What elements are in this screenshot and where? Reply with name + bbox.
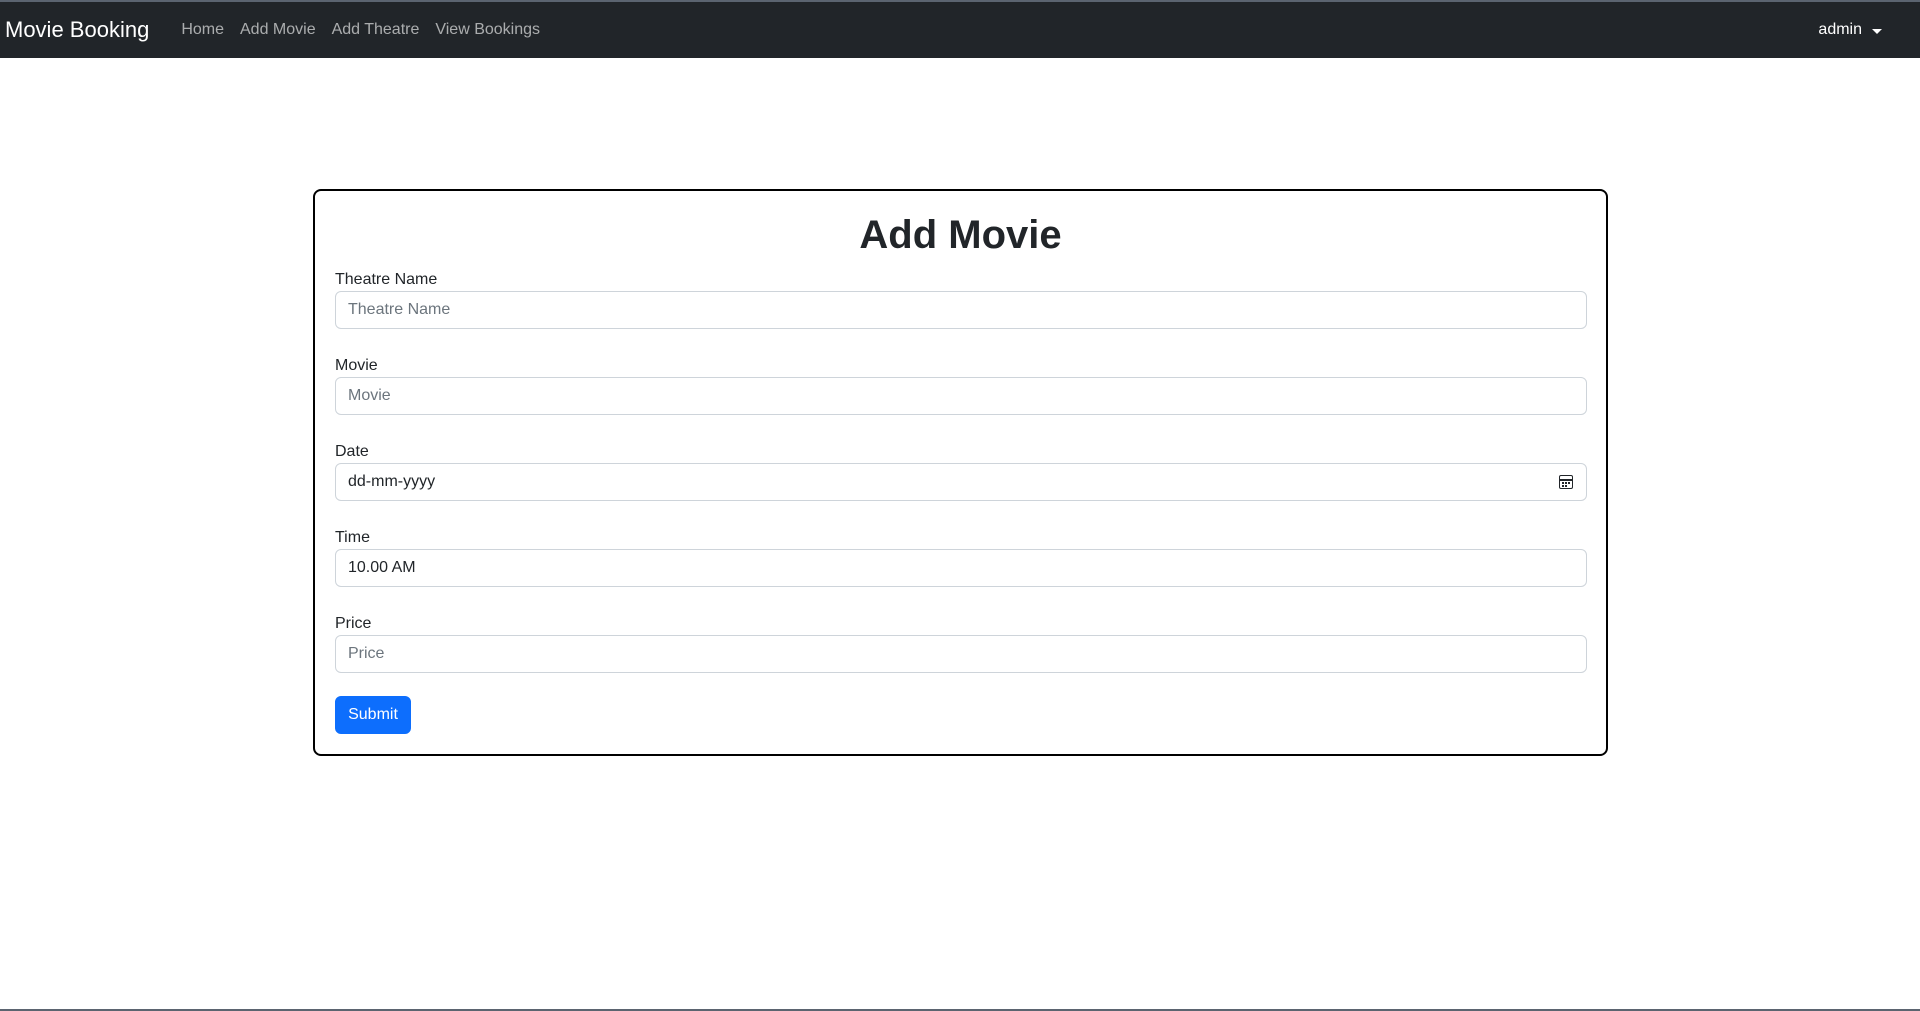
time-input[interactable] — [335, 549, 1587, 587]
price-group: Price — [335, 613, 1587, 673]
brand-link[interactable]: Movie Booking — [5, 17, 149, 43]
theatre-name-input[interactable] — [335, 291, 1587, 329]
price-label: Price — [335, 615, 372, 632]
nav-link-add-theatre[interactable]: Add Theatre — [324, 21, 428, 39]
chevron-down-icon — [1872, 28, 1882, 34]
nav-links: Home Add Movie Add Theatre View Bookings — [173, 21, 548, 39]
date-label: Date — [335, 443, 369, 460]
top-navbar: Movie Booking Home Add Movie Add Theatre… — [0, 2, 1920, 58]
movie-input[interactable] — [335, 377, 1587, 415]
add-movie-card: Add Movie Theatre Name Movie Date dd-mm-… — [313, 189, 1608, 756]
submit-button[interactable]: Submit — [335, 696, 411, 734]
time-label: Time — [335, 529, 370, 546]
nav-link-home[interactable]: Home — [173, 21, 232, 39]
date-input-value: dd-mm-yyyy — [348, 473, 436, 490]
price-input[interactable] — [335, 635, 1587, 673]
date-group: Date dd-mm-yyyy — [335, 441, 1587, 501]
nav-link-add-movie[interactable]: Add Movie — [232, 21, 324, 39]
nav-link-view-bookings[interactable]: View Bookings — [427, 21, 548, 39]
theatre-name-group: Theatre Name — [335, 269, 1587, 329]
movie-group: Movie — [335, 355, 1587, 415]
calendar-icon[interactable] — [1559, 475, 1573, 489]
user-name: admin — [1818, 21, 1862, 38]
movie-label: Movie — [335, 357, 378, 374]
theatre-name-label: Theatre Name — [335, 271, 438, 288]
user-dropdown[interactable]: admin — [1818, 2, 1882, 58]
time-group: Time — [335, 527, 1587, 587]
page-title: Add Movie — [859, 213, 1062, 257]
date-input[interactable]: dd-mm-yyyy — [335, 463, 1587, 501]
